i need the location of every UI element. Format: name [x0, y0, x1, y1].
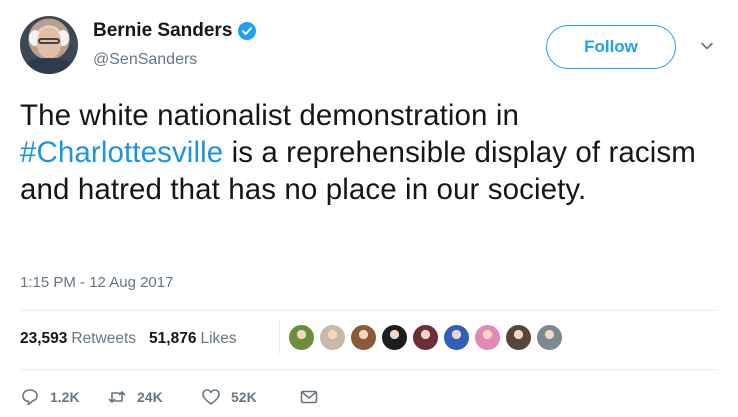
tweet-stats: 23,593 Retweets 51,876 Likes [20, 330, 250, 348]
divider-top [20, 310, 718, 311]
heart-icon [202, 389, 220, 405]
retweets-stat[interactable]: 23,593 Retweets [20, 330, 136, 348]
retweet-icon [108, 391, 126, 403]
retweets-count: 23,593 [20, 330, 68, 347]
chevron-down-icon[interactable] [699, 38, 715, 54]
liker-avatar[interactable] [505, 323, 532, 351]
liker-avatar[interactable] [474, 323, 501, 351]
liker-avatar[interactable] [350, 323, 377, 351]
likes-count: 51,876 [149, 330, 197, 347]
avatar-suit [24, 58, 74, 74]
tweet-text-part-1: The white nationalist demonstration in [20, 99, 520, 132]
liker-avatar[interactable] [381, 323, 408, 351]
follow-button[interactable]: Follow [546, 25, 676, 69]
tweet-timestamp[interactable]: 1:15 PM - 12 Aug 2017 [20, 274, 173, 291]
reply-icon [22, 389, 38, 406]
liker-avatars [279, 320, 563, 354]
direct-message-action[interactable] [299, 387, 319, 407]
tweet-actions: 1.2K 24K 52K [20, 387, 319, 407]
hashtag-link[interactable]: #Charlottesville [20, 136, 223, 169]
divider-bottom [20, 369, 718, 370]
likes-stat[interactable]: 51,876 Likes [149, 330, 237, 348]
retweets-label: Retweets [71, 330, 137, 347]
author-avatar[interactable] [20, 16, 78, 74]
author-display-name[interactable]: Bernie Sanders [93, 20, 232, 42]
author-name-row: Bernie Sanders [93, 20, 257, 42]
liker-avatar[interactable] [412, 323, 439, 351]
avatar-glasses [38, 38, 60, 44]
liker-avatar[interactable] [319, 323, 346, 351]
like-count: 52K [231, 389, 257, 405]
reply-action[interactable]: 1.2K [20, 387, 107, 407]
liker-avatar[interactable] [443, 323, 470, 351]
liker-avatar[interactable] [536, 323, 563, 351]
verified-badge-icon [238, 22, 257, 40]
retweet-count: 24K [137, 389, 163, 405]
likes-label: Likes [200, 330, 237, 347]
reply-count: 1.2K [50, 389, 80, 405]
tweet-text: The white nationalist demonstration in #… [20, 97, 720, 208]
author-handle[interactable]: @SenSanders [93, 51, 197, 69]
liker-avatar[interactable] [288, 323, 315, 351]
envelope-icon [300, 390, 318, 404]
retweet-action[interactable]: 24K [107, 387, 201, 407]
like-action[interactable]: 52K [201, 387, 299, 407]
